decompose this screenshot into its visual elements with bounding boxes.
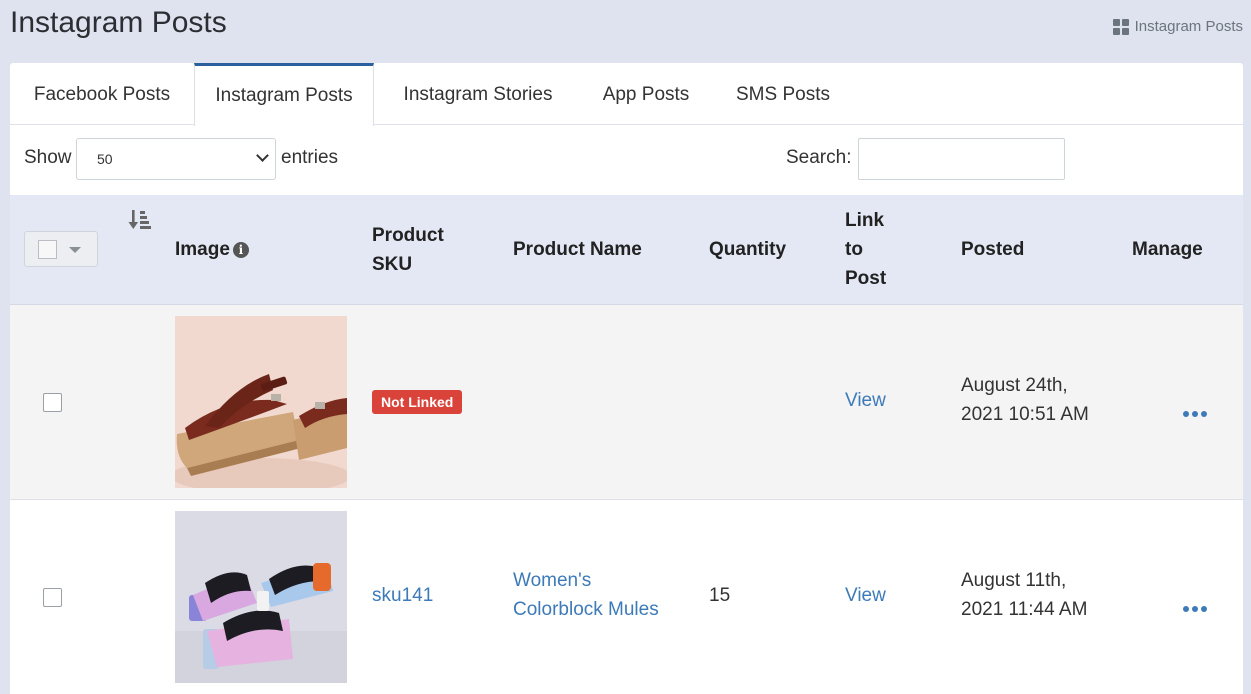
posted-date: August 24th, 2021 10:51 AM — [961, 375, 1089, 425]
column-quantity[interactable]: Quantity — [709, 235, 786, 264]
table-row: sku141 Women's Colorblock Mules 15 View … — [10, 500, 1243, 694]
page-title: Instagram Posts — [10, 6, 227, 39]
bulk-select-dropdown[interactable] — [24, 231, 98, 267]
posted-date: August 11th, 2021 11:44 AM — [961, 570, 1088, 620]
breadcrumb-label: Instagram Posts — [1134, 18, 1243, 35]
more-actions-icon[interactable] — [1183, 411, 1207, 417]
post-image[interactable] — [175, 511, 347, 683]
info-icon[interactable]: i — [232, 242, 249, 258]
tab-instagram-stories[interactable]: Instagram Stories — [374, 63, 582, 125]
tab-bar: Facebook Posts Instagram Posts Instagram… — [10, 63, 1243, 126]
table-row: Not Linked View August 24th, 2021 10:51 … — [10, 305, 1243, 500]
breadcrumb: Instagram Posts — [1112, 18, 1243, 35]
column-image[interactable]: Image i — [175, 235, 249, 264]
more-actions-icon[interactable] — [1183, 606, 1207, 612]
view-post-link[interactable]: View — [845, 581, 886, 610]
sandal-photo — [175, 316, 347, 488]
tab-app-posts[interactable]: App Posts — [582, 63, 710, 125]
column-manage: Manage — [1132, 239, 1203, 260]
search-input[interactable] — [858, 138, 1065, 180]
posts-card: Facebook Posts Instagram Posts Instagram… — [10, 63, 1243, 694]
caret-down-icon — [69, 247, 81, 253]
grid-icon — [1112, 18, 1129, 35]
column-link-to-post[interactable]: Link to Post — [845, 206, 886, 293]
table-header: Image i Product SKU Product Name Quantity… — [10, 195, 1243, 305]
row-checkbox[interactable] — [43, 588, 62, 607]
column-product-name[interactable]: Product Name — [513, 235, 642, 264]
search-label: Search: — [786, 147, 852, 168]
column-posted[interactable]: Posted — [961, 235, 1024, 264]
post-image[interactable] — [175, 316, 347, 488]
entries-label: entries — [281, 147, 339, 168]
show-label: Show — [24, 147, 72, 168]
tab-instagram-posts[interactable]: Instagram Posts — [194, 63, 374, 126]
product-name-link[interactable]: Women's Colorblock Mules — [513, 566, 659, 624]
product-sku-link[interactable]: sku141 — [372, 581, 433, 610]
page-size-select[interactable]: 50 — [76, 138, 276, 180]
sort-amount-icon[interactable] — [128, 209, 152, 231]
quantity-value: 15 — [709, 585, 731, 606]
page-size-value: 50 — [97, 151, 113, 167]
tab-sms-posts[interactable]: SMS Posts — [710, 63, 856, 125]
tab-facebook-posts[interactable]: Facebook Posts — [10, 63, 194, 125]
column-product-sku[interactable]: Product SKU — [372, 221, 444, 279]
chevron-down-icon — [256, 149, 269, 162]
mules-photo — [175, 511, 347, 683]
select-all-checkbox[interactable] — [38, 240, 57, 259]
row-checkbox[interactable] — [43, 393, 62, 412]
not-linked-badge: Not Linked — [372, 390, 463, 414]
view-post-link[interactable]: View — [845, 386, 886, 415]
